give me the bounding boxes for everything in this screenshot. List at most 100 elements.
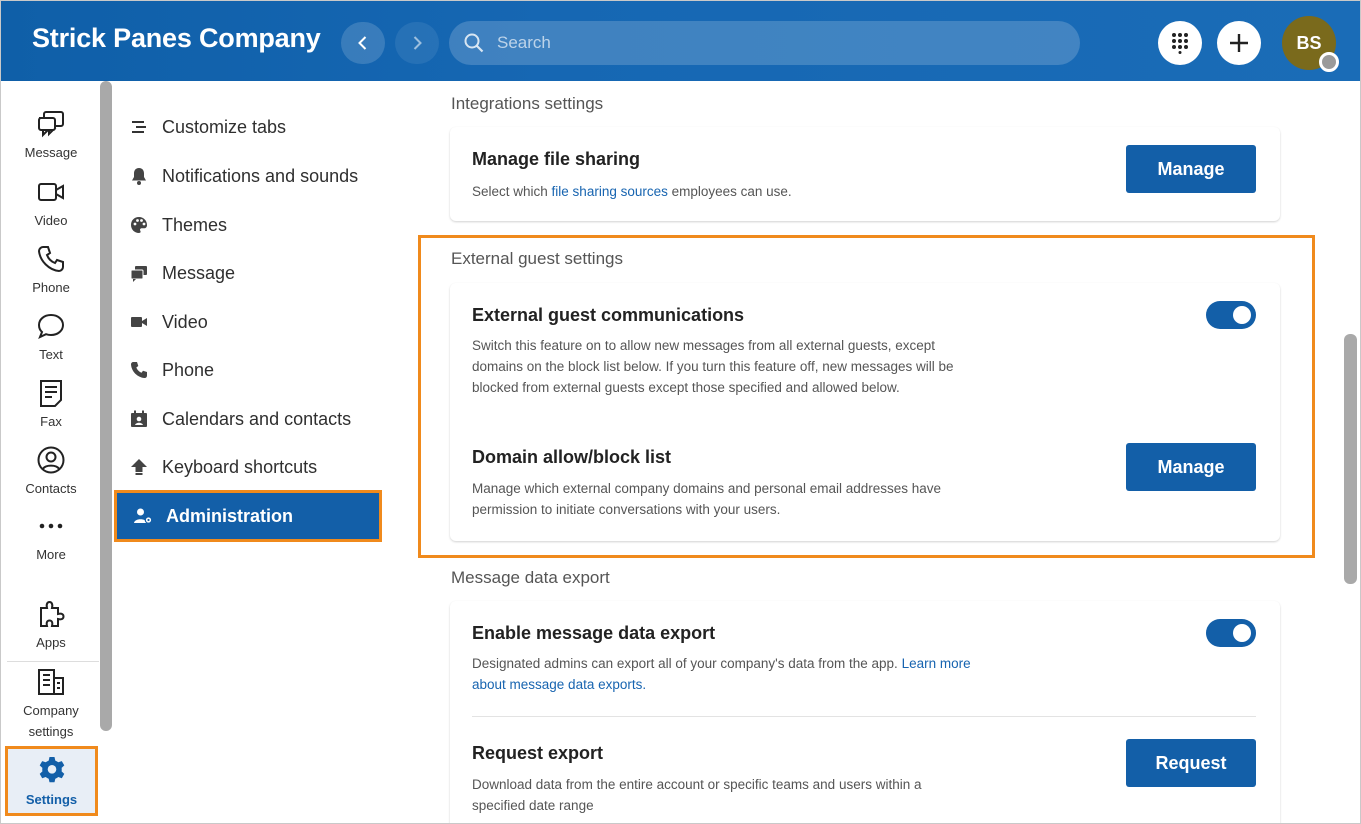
rail-label: Contacts: [25, 481, 77, 496]
phone-icon: [131, 362, 147, 378]
menu-label: Administration: [166, 505, 294, 526]
settings-content: Integrations settings Manage file sharin…: [403, 81, 1343, 823]
keyboard-icon: [131, 459, 147, 475]
back-button[interactable]: [341, 22, 385, 64]
rail-item-contacts[interactable]: Contacts: [1, 445, 101, 499]
enable-export-toggle[interactable]: [1206, 619, 1256, 647]
row-title-request-export: Request export: [472, 743, 604, 763]
rail-label: Settings: [25, 792, 78, 807]
video-icon: [131, 317, 147, 327]
phone-icon: [37, 246, 64, 273]
top-header: Strick Panes Company BS: [1, 1, 1360, 81]
row-title-domain-list: Domain allow/block list: [472, 447, 672, 467]
left-nav-rail: Message Video Phone Text Fax Contacts Mo…: [1, 81, 101, 823]
row-desc-request-export: Download data from the entire account or…: [472, 777, 922, 813]
card-message-export: Enable message data export Designated ad…: [450, 601, 1280, 823]
palette-icon: [131, 217, 147, 233]
menu-item-notifications[interactable]: Notifications and sounds: [113, 154, 383, 198]
rail-label: Phone: [32, 280, 70, 295]
menu-item-phone[interactable]: Phone: [113, 348, 383, 392]
settings-menu: Customize tabs Notifications and sounds …: [113, 81, 403, 823]
building-icon: [38, 669, 64, 695]
row-desc-enable-export: Designated admins can export all of your…: [472, 656, 971, 692]
rail-label: Text: [39, 347, 63, 362]
rail-item-apps[interactable]: Apps: [1, 599, 101, 653]
gear-icon: [39, 757, 64, 783]
search-bar[interactable]: [449, 21, 1080, 65]
new-item-button[interactable]: [1217, 21, 1261, 65]
menu-item-message[interactable]: Message: [113, 251, 383, 295]
rail-item-message[interactable]: Message: [1, 109, 101, 163]
row-title-file-sharing: Manage file sharing: [472, 149, 641, 169]
puzzle-icon: [40, 600, 65, 627]
menu-label: Message: [162, 262, 236, 283]
dialpad-button[interactable]: [1158, 21, 1202, 65]
more-icon: [39, 523, 63, 529]
forward-button[interactable]: [395, 22, 439, 64]
rail-item-text[interactable]: Text: [1, 311, 101, 365]
menu-item-calendars-contacts[interactable]: Calendars and contacts: [113, 397, 383, 441]
menu-label: Video: [162, 311, 208, 332]
menu-label: Customize tabs: [162, 116, 287, 137]
row-divider: [472, 716, 1256, 717]
row-title-guest-communications: External guest communications: [472, 305, 745, 325]
search-input[interactable]: [497, 33, 1057, 53]
rail-divider: [7, 661, 99, 662]
contacts-icon: [37, 446, 65, 474]
text-bubble-icon: [37, 313, 65, 339]
menu-item-video[interactable]: Video: [113, 300, 383, 344]
file-sharing-sources-link[interactable]: file sharing sources: [552, 184, 668, 199]
presence-indicator: [1319, 52, 1339, 72]
row-desc-file-sharing: Select which file sharing sources employ…: [472, 184, 792, 199]
menu-label: Notifications and sounds: [162, 165, 359, 186]
rail-label: Video: [34, 213, 68, 228]
row-desc-guest-communications: Switch this feature on to allow new mess…: [472, 338, 954, 395]
section-title-external-guest: External guest settings: [451, 249, 623, 268]
guest-communications-toggle[interactable]: [1206, 301, 1256, 329]
card-external-guest: External guest communications Switch thi…: [450, 283, 1280, 541]
menu-item-administration[interactable]: Administration: [114, 490, 382, 542]
rail-item-settings[interactable]: Settings: [5, 746, 98, 816]
menu-label: Themes: [162, 214, 228, 235]
toggle-knob: [1233, 306, 1251, 324]
rail-item-fax[interactable]: Fax: [1, 378, 101, 432]
section-title-integrations: Integrations settings: [451, 94, 604, 113]
message-icon: [130, 266, 147, 282]
rail-label: Message: [24, 145, 78, 160]
toggle-knob: [1233, 624, 1251, 642]
chevron-left-icon: [358, 36, 367, 50]
manage-domain-list-button[interactable]: Manage: [1126, 443, 1256, 491]
rail-scrollbar[interactable]: [100, 81, 112, 731]
dialpad-icon: [1172, 33, 1188, 54]
rail-label: More: [36, 547, 66, 562]
customize-icon: [132, 121, 146, 133]
menu-label: Keyboard shortcuts: [162, 456, 318, 477]
video-icon: [38, 183, 64, 201]
fax-icon: [40, 380, 62, 407]
company-name: Strick Panes Company: [32, 23, 321, 53]
card-integrations: Manage file sharing Select which file sh…: [450, 127, 1280, 221]
rail-label: Apps: [36, 635, 66, 650]
rail-item-more[interactable]: More: [1, 511, 101, 565]
menu-label: Calendars and contacts: [162, 408, 352, 429]
rail-item-company-settings[interactable]: Company settings: [1, 667, 101, 742]
rail-label: Fax: [40, 414, 62, 429]
menu-item-customize-tabs[interactable]: Customize tabs: [113, 105, 383, 149]
rail-item-video[interactable]: Video: [1, 177, 101, 231]
rail-item-phone[interactable]: Phone: [1, 244, 101, 298]
menu-item-themes[interactable]: Themes: [113, 203, 383, 247]
request-export-button[interactable]: Request: [1126, 739, 1256, 787]
section-title-message-export: Message data export: [451, 568, 610, 587]
manage-file-sharing-button[interactable]: Manage: [1126, 145, 1256, 193]
row-title-enable-export: Enable message data export: [472, 623, 716, 643]
message-icon: [38, 111, 64, 138]
main-scrollbar[interactable]: [1344, 334, 1357, 584]
rail-label: Company settings: [23, 703, 79, 739]
menu-item-keyboard-shortcuts[interactable]: Keyboard shortcuts: [113, 445, 383, 489]
plus-icon: [1230, 34, 1248, 52]
chevron-right-icon: [413, 36, 422, 50]
bell-icon: [132, 168, 146, 185]
search-icon: [464, 33, 484, 53]
app-window: Strick Panes Company BS Mess: [0, 0, 1361, 824]
menu-label: Phone: [162, 359, 215, 380]
